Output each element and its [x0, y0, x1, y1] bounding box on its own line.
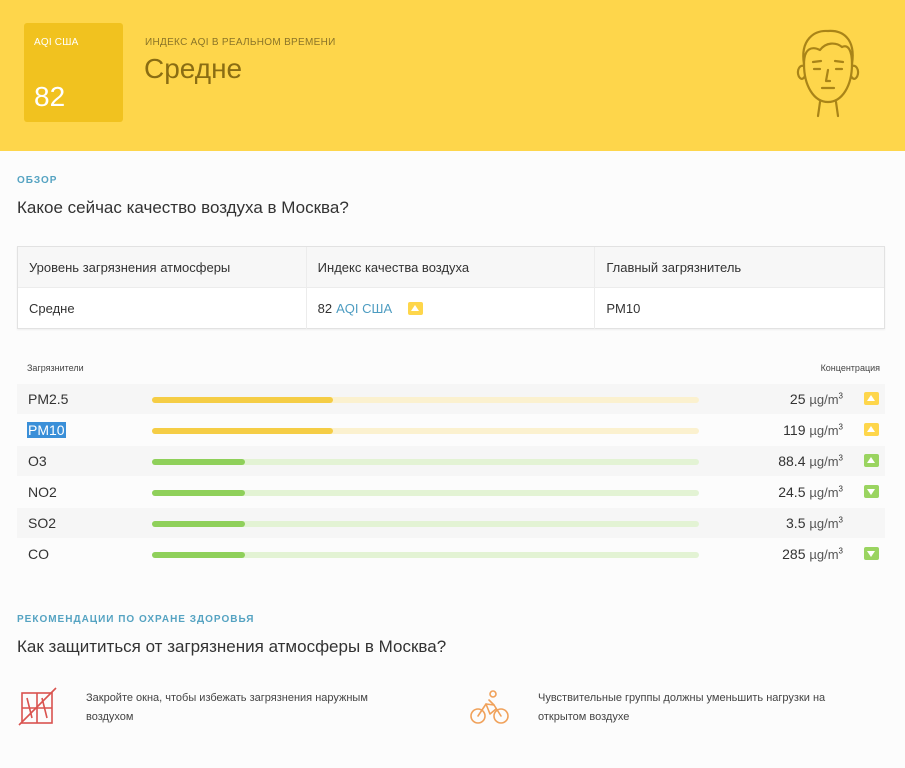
aqi-badge: AQI США 82 — [24, 23, 123, 122]
recommendation-close-windows: Закройте окна, чтобы избежать загрязнени… — [86, 692, 368, 723]
trend-down-icon — [864, 485, 879, 498]
concentration-unit: µg/m — [809, 547, 839, 562]
concentration-number: 88.4 — [778, 453, 806, 469]
concentration-bar-track — [152, 428, 699, 434]
face-icon — [796, 29, 860, 118]
concentration-bar-fill — [152, 459, 245, 465]
main-pollutant-value: PM10 — [606, 301, 641, 316]
pollutant-row: PM10 119 µg/m3 — [17, 415, 885, 445]
pollutant-row: PM2.5 25 µg/m3 — [17, 384, 885, 414]
pollutant-concentration: 119 µg/m3 — [783, 422, 843, 438]
aqi-summary-table: Уровень загрязнения атмосферы Индекс кач… — [17, 246, 885, 329]
pollutant-row: SO2 3.5 µg/m3 — [17, 508, 885, 538]
overview-section-label: ОБЗОР — [17, 175, 58, 186]
header-pollution-level: Уровень загрязнения атмосферы — [18, 247, 307, 287]
concentration-bar-track — [152, 490, 699, 496]
aqi-status-title: Средне — [144, 53, 243, 84]
pollutant-concentration: 285 µg/m3 — [782, 546, 843, 562]
concentration-number: 3.5 — [786, 515, 806, 531]
pollutant-row: CO 285 µg/m3 — [17, 539, 885, 569]
pollutant-name: PM10 — [27, 422, 66, 438]
header-aqi: Индекс качества воздуха — [307, 247, 596, 287]
pollutant-concentration: 3.5 µg/m3 — [786, 515, 843, 531]
concentration-bar-fill — [152, 521, 245, 527]
concentration-number: 25 — [789, 391, 806, 407]
concentration-bar-fill — [152, 490, 245, 496]
pollutant-name: O3 — [28, 453, 47, 469]
pollutant-name: SO2 — [28, 515, 57, 531]
aqi-badge-label: AQI США — [34, 37, 79, 48]
pollutant-row: O3 88.4 µg/m3 — [17, 446, 885, 476]
live-aqi-label: ИНДЕКС AQI В РЕАЛЬНОМ ВРЕМЕНИ — [145, 37, 336, 48]
pollutant-name: PM2.5 — [28, 391, 69, 407]
concentration-bar-track — [152, 459, 699, 465]
pollution-level-value: Средне — [18, 288, 307, 329]
concentration-unit: µg/m — [809, 454, 839, 469]
concentration-bar-fill — [152, 552, 245, 558]
concentration-unit: µg/m — [809, 392, 839, 407]
concentration-column-header: Концентрация — [820, 363, 880, 373]
trend-up-icon — [864, 392, 879, 405]
concentration-bar-track — [152, 552, 699, 558]
unit-exponent: 3 — [838, 546, 843, 556]
concentration-bar-fill — [152, 397, 333, 403]
pollutant-concentration: 24.5 µg/m3 — [778, 484, 843, 500]
concentration-unit: µg/m — [809, 516, 839, 531]
pollutant-concentration: 88.4 µg/m3 — [778, 453, 843, 469]
pollutant-row: NO2 24.5 µg/m3 — [17, 477, 885, 507]
aqi-value-cell: 82 AQI США — [307, 288, 596, 329]
health-section-label: РЕКОМЕНДАЦИИ ПО ОХРАНЕ ЗДОРОВЬЯ — [17, 614, 255, 625]
trend-up-icon — [408, 302, 424, 315]
unit-exponent: 3 — [838, 453, 843, 463]
concentration-number: 24.5 — [778, 484, 806, 500]
unit-exponent: 3 — [838, 391, 843, 401]
trend-up-icon — [864, 454, 879, 467]
header-main-pollutant: Главный загрязнитель — [606, 259, 742, 275]
aqi-header: AQI США 82 ИНДЕКС AQI В РЕАЛЬНОМ ВРЕМЕНИ… — [0, 0, 905, 151]
concentration-number: 119 — [783, 422, 806, 438]
closed-window-icon — [18, 687, 57, 726]
aqi-unit-link[interactable]: AQI США — [336, 301, 392, 316]
pollutant-name: CO — [28, 546, 49, 562]
concentration-bar-track — [152, 521, 699, 527]
concentration-number: 285 — [782, 546, 806, 562]
unit-exponent: 3 — [838, 484, 843, 494]
recommendation-reduce-activity: Чувствительные группы должны уменьшить н… — [538, 692, 826, 723]
pollutant-name: NO2 — [28, 484, 57, 500]
trend-down-icon — [864, 547, 879, 560]
trend-up-icon — [864, 423, 879, 436]
pollutant-concentration: 25 µg/m3 — [790, 391, 843, 407]
aqi-number: 82 — [317, 301, 333, 316]
overview-title: Какое сейчас качество воздуха в Москва? — [17, 198, 349, 217]
aqi-badge-value: 82 — [34, 81, 66, 112]
concentration-bar-fill — [152, 428, 333, 434]
unit-exponent: 3 — [838, 422, 843, 432]
pollutants-column-header: Загрязнители — [27, 363, 84, 373]
cyclist-icon — [470, 690, 509, 724]
unit-exponent: 3 — [838, 515, 843, 525]
health-title: Как защититься от загрязнения атмосферы … — [17, 637, 447, 656]
concentration-bar-track — [152, 397, 699, 403]
concentration-unit: µg/m — [809, 423, 839, 438]
concentration-unit: µg/m — [809, 485, 839, 500]
